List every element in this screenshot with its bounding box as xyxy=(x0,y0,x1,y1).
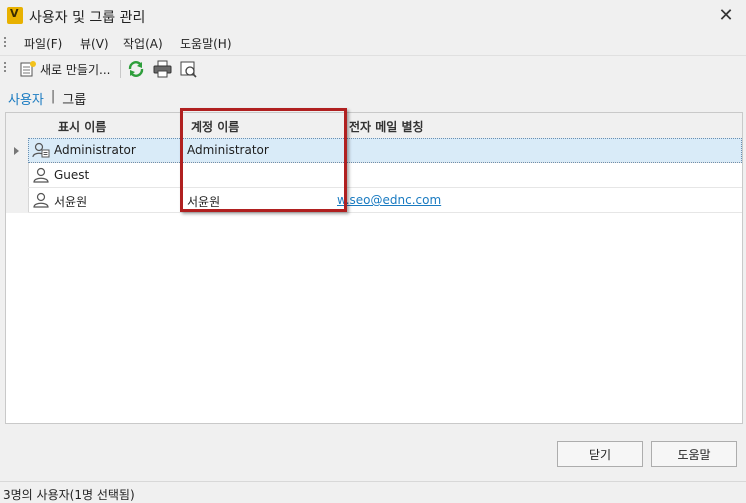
menu-view[interactable]: 뷰(V) xyxy=(80,35,109,52)
user-icon xyxy=(33,192,49,208)
toolbar: 새로 만들기... xyxy=(0,55,746,81)
new-document-icon xyxy=(20,61,36,77)
print-preview-button[interactable] xyxy=(179,59,198,79)
printer-icon xyxy=(153,60,172,78)
menu-bar: 파일(F) 뷰(V) 작업(A) 도움말(H) xyxy=(0,32,746,54)
admin-user-icon xyxy=(32,142,50,158)
refresh-button[interactable] xyxy=(127,59,145,79)
status-text: 3명의 사용자(1명 선택됨) xyxy=(3,488,135,502)
table-row[interactable]: Guest xyxy=(28,163,742,188)
print-button[interactable] xyxy=(153,59,172,79)
column-email-alias[interactable]: 전자 메일 별칭 xyxy=(349,118,424,135)
view-tabs: 사용자 | 그룹 xyxy=(8,89,86,108)
app-logo-icon xyxy=(7,7,23,24)
menu-grip-icon xyxy=(4,37,7,49)
tab-users[interactable]: 사용자 xyxy=(8,89,44,108)
toolbar-grip-icon xyxy=(4,62,7,74)
table-row[interactable]: Administrator Administrator xyxy=(28,138,742,163)
cell-display-name: Guest xyxy=(54,168,90,182)
tab-separator: | xyxy=(50,89,56,104)
tab-groups[interactable]: 그룹 xyxy=(62,89,86,108)
toolbar-divider xyxy=(120,60,121,78)
column-account-name[interactable]: 계정 이름 xyxy=(191,118,239,135)
cell-email-link[interactable]: w.seo@ednc.com xyxy=(337,193,441,207)
help-button[interactable]: 도움말 xyxy=(651,441,737,467)
print-preview-icon xyxy=(180,61,197,78)
status-bar: 3명의 사용자(1명 선택됨) xyxy=(0,481,746,503)
cell-display-name: 서윤원 xyxy=(54,195,88,209)
column-display-name[interactable]: 표시 이름 xyxy=(58,118,106,135)
cell-account-name: 서윤원 xyxy=(187,195,221,209)
window-title: 사용자 및 그룹 관리 xyxy=(29,10,146,26)
user-icon xyxy=(33,167,49,183)
menu-help[interactable]: 도움말(H) xyxy=(180,35,232,52)
grid-header: 표시 이름 계정 이름 전자 메일 별칭 xyxy=(6,113,742,139)
current-row-indicator-icon xyxy=(14,147,19,155)
title-bar: 사용자 및 그룹 관리 ✕ xyxy=(0,0,746,32)
cell-display-name: Administrator xyxy=(54,143,136,157)
table-row[interactable]: 서윤원 서윤원 w.seo@ednc.com xyxy=(28,188,742,213)
users-grid[interactable]: 표시 이름 계정 이름 전자 메일 별칭 Administrator Admin… xyxy=(5,112,743,424)
close-window-button[interactable]: ✕ xyxy=(714,4,738,28)
menu-file[interactable]: 파일(F) xyxy=(24,35,62,52)
refresh-icon xyxy=(128,61,144,77)
new-button[interactable]: 새로 만들기... xyxy=(19,59,110,79)
cell-account-name: Administrator xyxy=(187,143,269,157)
new-button-label: 새로 만들기... xyxy=(40,62,111,77)
menu-action[interactable]: 작업(A) xyxy=(123,35,163,52)
close-button[interactable]: 닫기 xyxy=(557,441,643,467)
